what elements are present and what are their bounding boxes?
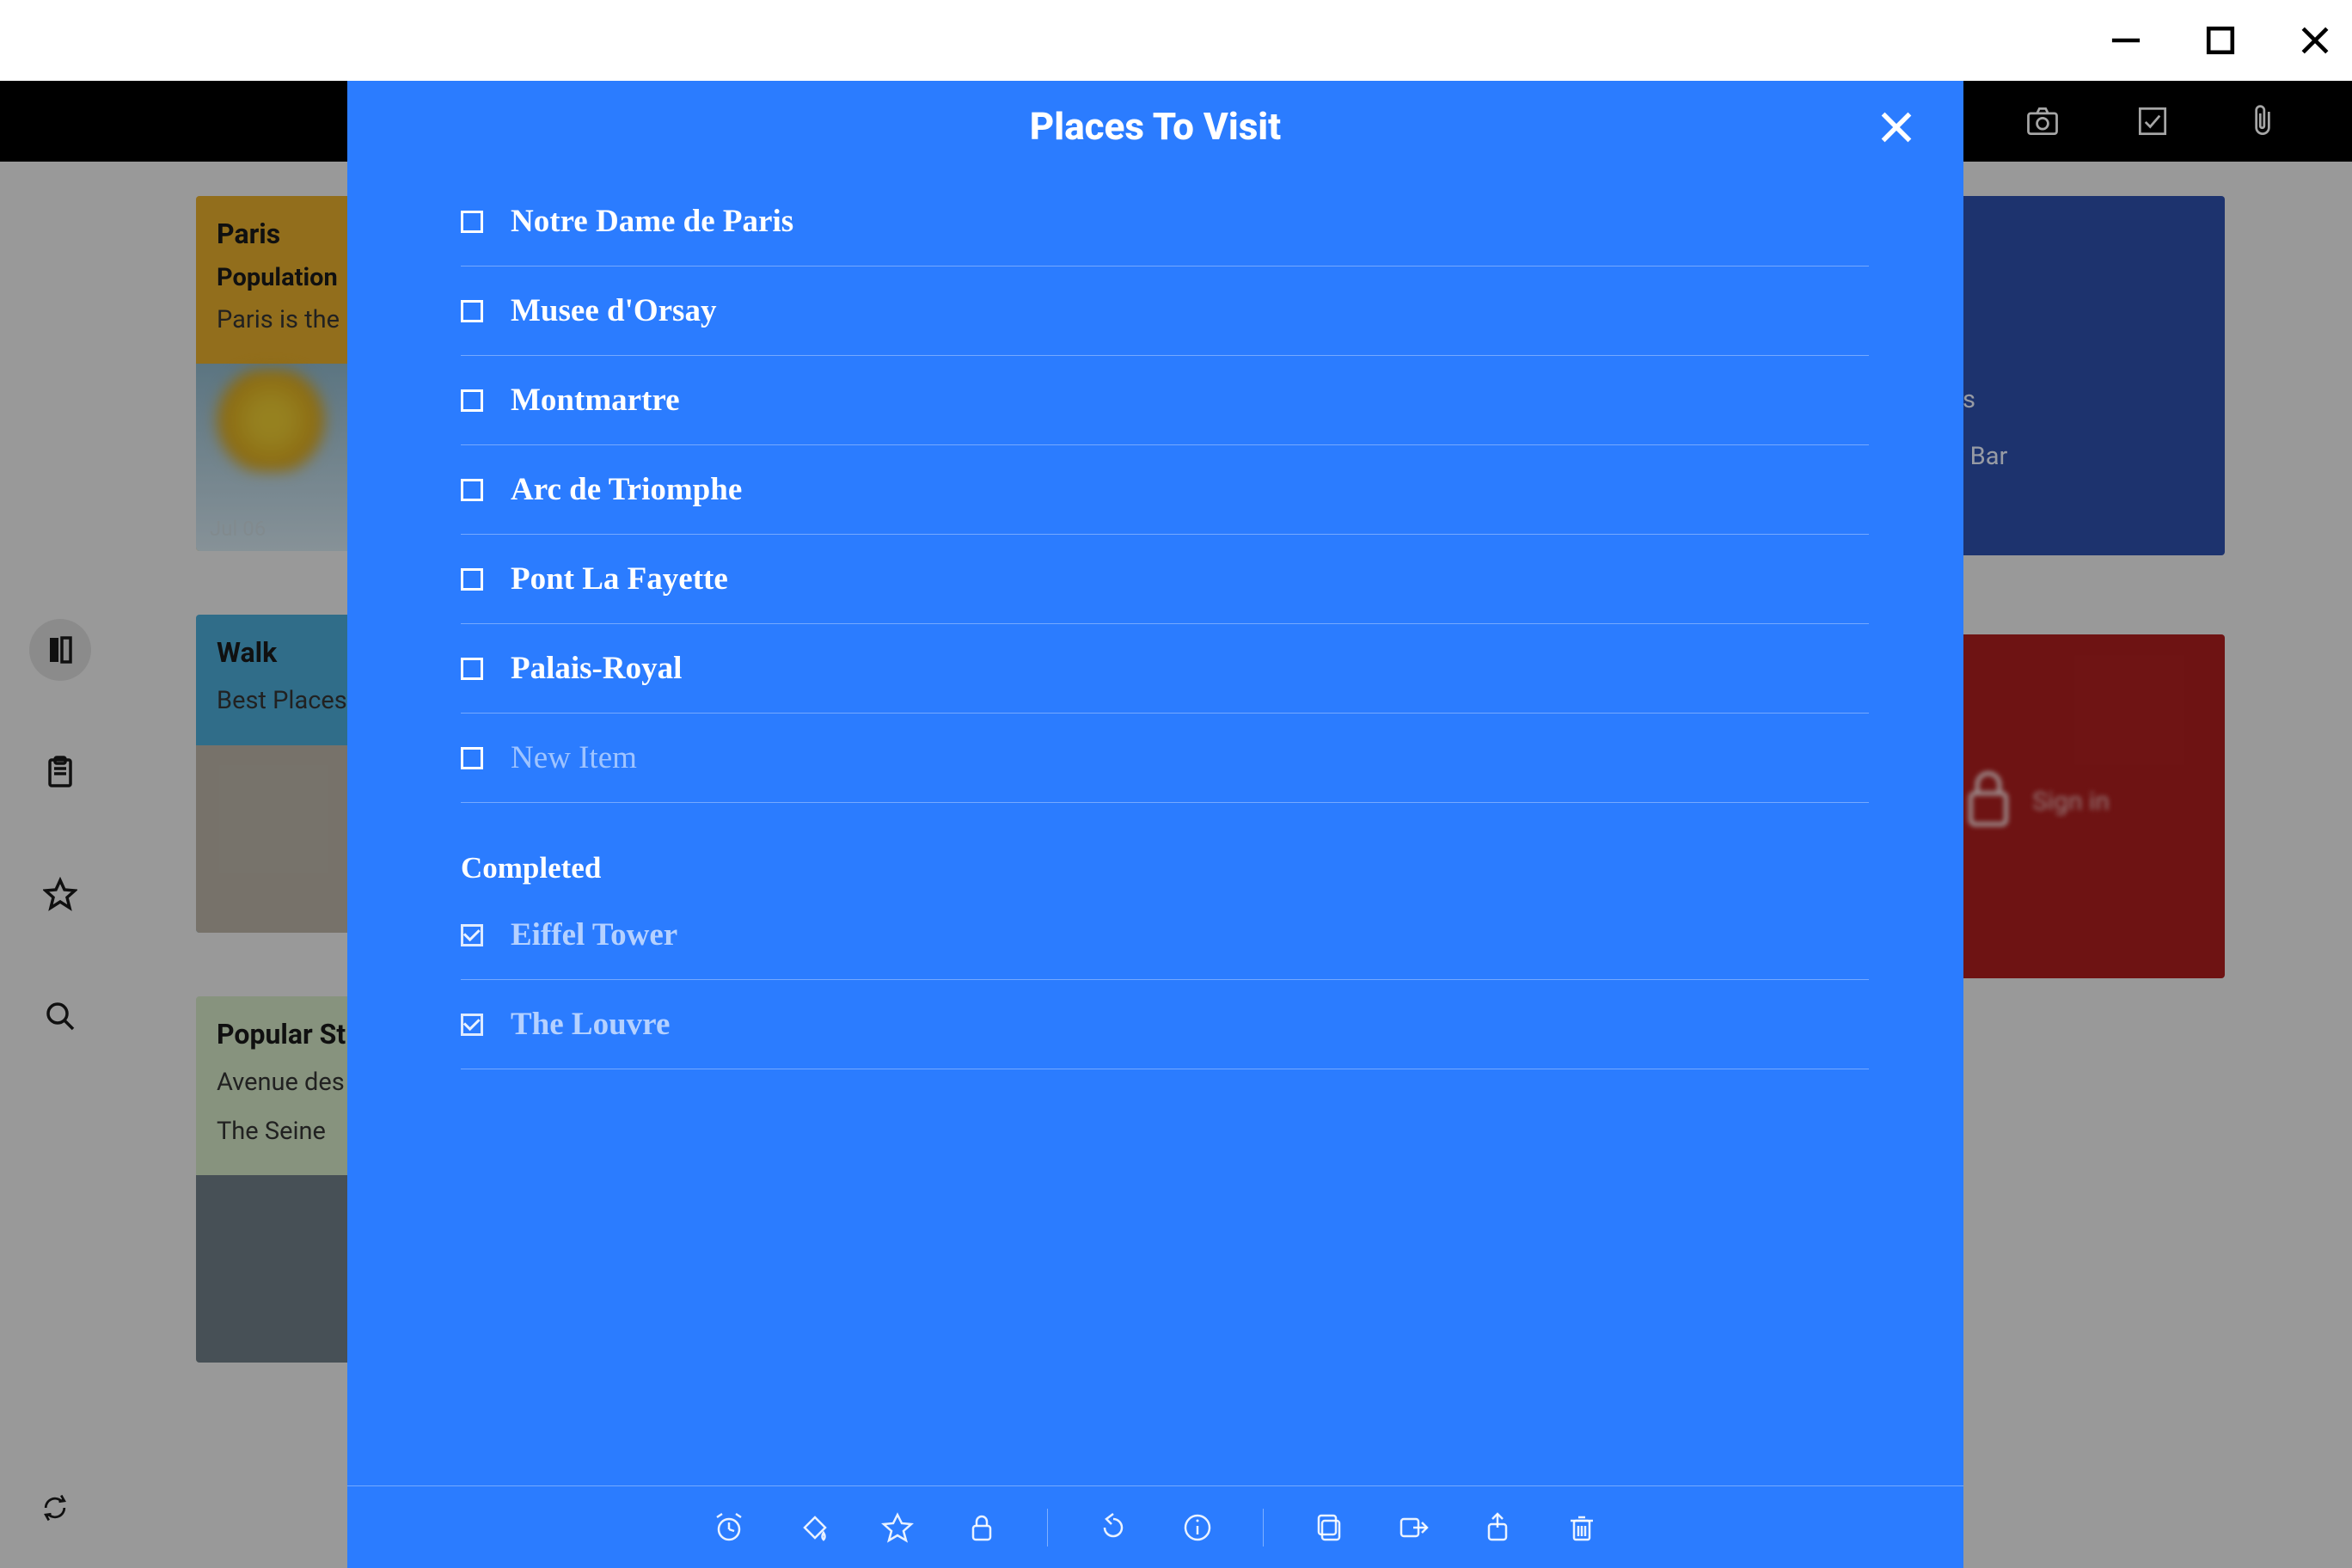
- maximize-button[interactable]: [2201, 21, 2240, 60]
- checkbox-icon[interactable]: [461, 568, 483, 591]
- close-icon[interactable]: [1877, 108, 1915, 146]
- copy-icon[interactable]: [1310, 1509, 1348, 1547]
- checklist-item[interactable]: Arc de Triomphe: [461, 445, 1869, 535]
- paint-bucket-icon[interactable]: [794, 1509, 832, 1547]
- checklist-modal: Places To Visit Notre Dame de Paris Muse…: [347, 81, 1963, 1568]
- trash-icon[interactable]: [1563, 1509, 1601, 1547]
- window-chrome: [0, 0, 2352, 81]
- checkbox-icon[interactable]: [461, 389, 483, 412]
- checklist-item-completed[interactable]: Eiffel Tower: [461, 891, 1869, 980]
- completed-heading: Completed: [461, 851, 1869, 885]
- checklist-item[interactable]: Musee d'Orsay: [461, 266, 1869, 356]
- checklist-item-label[interactable]: Notre Dame de Paris: [511, 203, 793, 240]
- checkbox-icon[interactable]: [461, 479, 483, 501]
- checklist-item-label[interactable]: Montmartre: [511, 382, 680, 419]
- checklist-item-label[interactable]: Eiffel Tower: [511, 916, 677, 953]
- checklist-item-completed[interactable]: The Louvre: [461, 980, 1869, 1069]
- toolbar-separator: [1263, 1509, 1264, 1547]
- lock-icon[interactable]: [963, 1509, 1001, 1547]
- checklist-item[interactable]: Pont La Fayette: [461, 535, 1869, 624]
- checkbox-icon[interactable]: [461, 300, 483, 322]
- checklist-item-label[interactable]: Musee d'Orsay: [511, 292, 716, 329]
- modal-title: Places To Visit: [1030, 104, 1281, 149]
- checklist-item-label[interactable]: Pont La Fayette: [511, 560, 728, 597]
- close-window-button[interactable]: [2295, 21, 2335, 60]
- checklist-item-label[interactable]: Palais-Royal: [511, 650, 682, 687]
- alarm-icon[interactable]: [710, 1509, 748, 1547]
- checklist-item-label[interactable]: Arc de Triomphe: [511, 471, 742, 508]
- checkbox-icon[interactable]: [461, 747, 483, 769]
- checkbox-icon[interactable]: [461, 658, 483, 680]
- checkbox-icon[interactable]: [461, 211, 483, 233]
- checklist-item[interactable]: Montmartre: [461, 356, 1869, 445]
- info-icon[interactable]: [1179, 1509, 1216, 1547]
- undo-icon[interactable]: [1094, 1509, 1132, 1547]
- checkbox-checked-icon[interactable]: [461, 924, 483, 946]
- move-out-icon[interactable]: [1394, 1509, 1432, 1547]
- checklist-item[interactable]: Palais-Royal: [461, 624, 1869, 714]
- checklist-item[interactable]: Notre Dame de Paris: [461, 177, 1869, 266]
- share-icon[interactable]: [1479, 1509, 1516, 1547]
- checkbox-checked-icon[interactable]: [461, 1014, 483, 1036]
- modal-footer-toolbar: [347, 1485, 1963, 1568]
- new-item-placeholder[interactable]: New Item: [511, 739, 637, 776]
- modal-header: Places To Visit: [347, 81, 1963, 172]
- minimize-button[interactable]: [2106, 21, 2146, 60]
- modal-body: Notre Dame de Paris Musee d'Orsay Montma…: [347, 172, 1963, 1485]
- toolbar-separator: [1047, 1509, 1048, 1547]
- checklist-item-label[interactable]: The Louvre: [511, 1006, 670, 1043]
- star-icon[interactable]: [879, 1509, 916, 1547]
- checklist-new-item[interactable]: New Item: [461, 714, 1869, 803]
